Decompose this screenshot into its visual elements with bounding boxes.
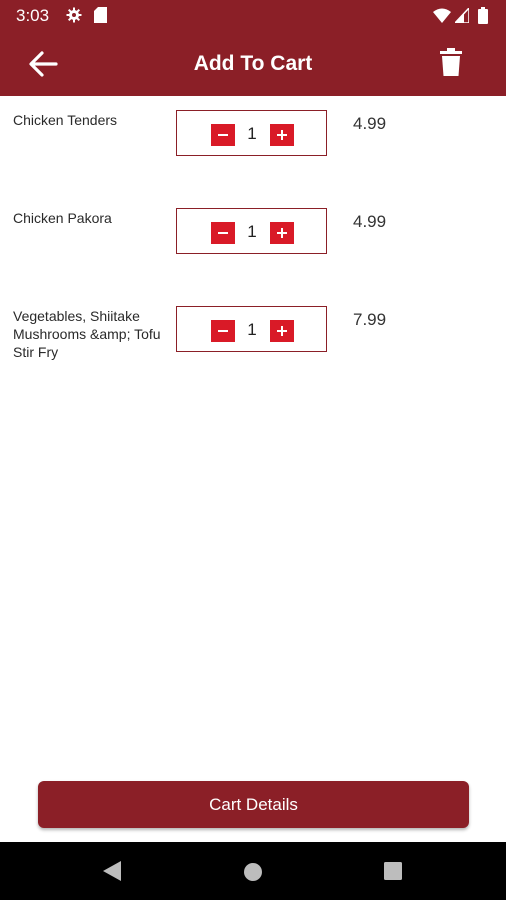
trash-icon[interactable]	[440, 48, 462, 81]
page-title: Add To Cart	[193, 52, 313, 75]
quantity-value: 1	[247, 124, 257, 143]
item-price: 4.99	[353, 212, 387, 231]
app-bar: Add To Cart	[0, 32, 506, 96]
back-triangle-icon[interactable]	[103, 861, 121, 886]
gear-icon	[66, 7, 82, 28]
item-price: 4.99	[353, 114, 387, 133]
quantity-stepper: 1	[176, 306, 327, 352]
wifi-icon	[433, 8, 451, 28]
item-price: 7.99	[353, 310, 387, 329]
cart-item-row: Chicken Tenders 1 4.99	[0, 99, 506, 197]
system-nav-bar	[0, 842, 506, 900]
item-name: Chicken Pakora	[13, 210, 112, 226]
recents-square-icon[interactable]	[384, 862, 402, 885]
quantity-stepper: 1	[176, 110, 327, 156]
signal-icon	[453, 6, 470, 28]
cart-item-row: Chicken Pakora 1 4.99	[0, 197, 506, 295]
home-circle-icon[interactable]	[243, 862, 263, 887]
decrease-quantity-button[interactable]	[211, 320, 235, 342]
increase-quantity-button[interactable]	[270, 222, 294, 244]
status-bar: 3:03	[0, 0, 506, 32]
sd-card-icon	[94, 7, 107, 28]
quantity-stepper: 1	[176, 208, 327, 254]
cart-item-row: Vegetables, Shiitake Mushrooms &amp; Tof…	[0, 295, 506, 393]
increase-quantity-button[interactable]	[270, 124, 294, 146]
item-name: Chicken Tenders	[13, 112, 118, 128]
decrease-quantity-button[interactable]	[211, 124, 235, 146]
quantity-value: 1	[247, 222, 257, 241]
increase-quantity-button[interactable]	[270, 320, 294, 342]
status-time: 3:03	[16, 6, 50, 25]
item-name: Vegetables, Shiitake Mushrooms &amp; Tof…	[13, 308, 161, 360]
cart-details-button[interactable]: Cart Details	[38, 781, 469, 828]
decrease-quantity-button[interactable]	[211, 222, 235, 244]
quantity-value: 1	[247, 320, 257, 339]
battery-icon	[478, 7, 488, 29]
